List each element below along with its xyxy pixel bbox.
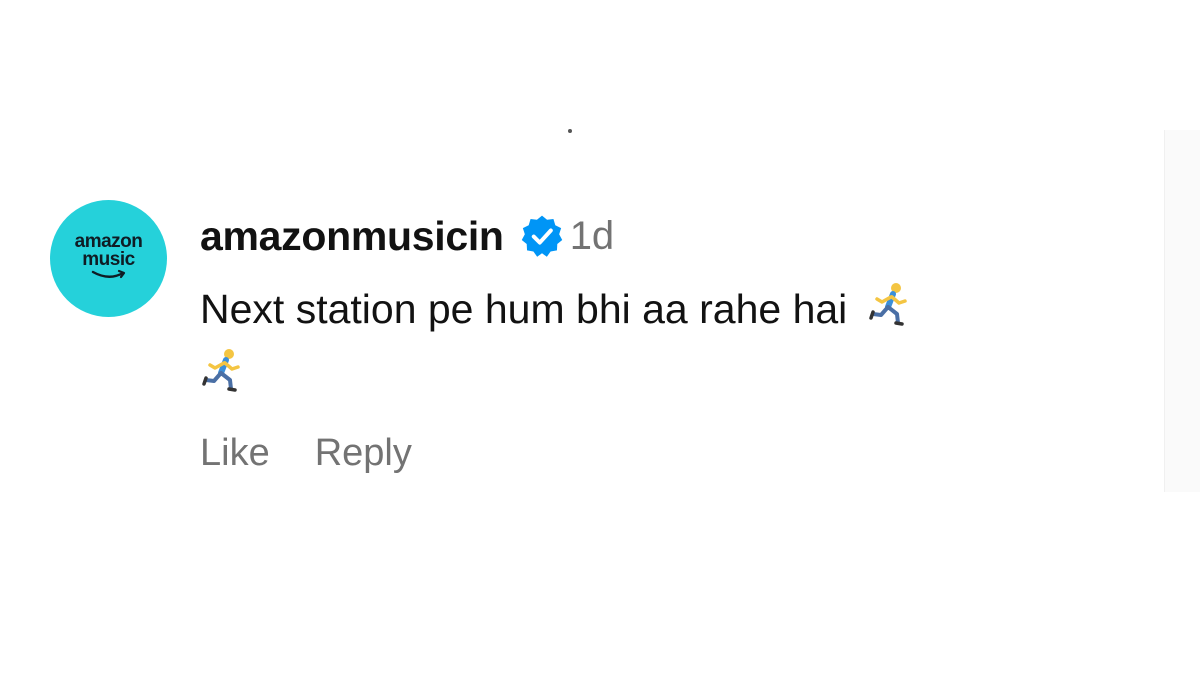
like-button[interactable]: Like [200, 432, 270, 475]
person-running-icon [869, 283, 908, 326]
timestamp[interactable]: 1d [570, 214, 615, 259]
comment-text: Next station pe hum bhi aa rahe hai [200, 276, 1100, 408]
smile-arrow-icon [91, 269, 125, 279]
avatar-logo-line2: music [82, 249, 135, 270]
comment-actions: Like Reply [200, 432, 1150, 475]
reply-button[interactable]: Reply [315, 432, 412, 475]
comment-body: amazonmusicin 1d Next station pe hum bhi… [200, 210, 1150, 475]
stage: amazon music amazonmusicin 1d Next stati… [0, 0, 1200, 675]
separator-dot [568, 129, 572, 133]
comment-text-content: Next station pe hum bhi aa rahe hai [200, 286, 848, 332]
person-running-icon [202, 349, 240, 392]
username-link[interactable]: amazonmusicin [200, 213, 504, 260]
comment-header: amazonmusicin 1d [200, 210, 1150, 262]
avatar[interactable]: amazon music [50, 200, 167, 317]
verified-badge-icon [521, 215, 562, 257]
side-panel [1164, 130, 1200, 492]
